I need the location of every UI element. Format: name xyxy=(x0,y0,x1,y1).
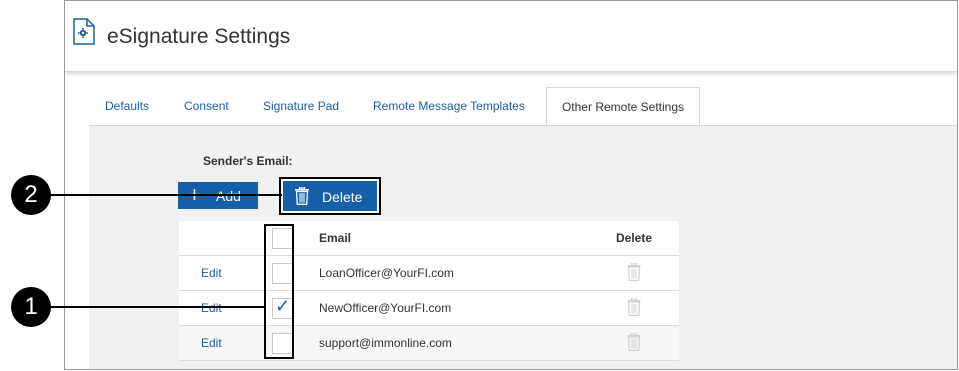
callout-2-leader-line xyxy=(51,194,282,196)
page-header: eSignature Settings xyxy=(65,1,957,72)
other-remote-settings-panel: Sender's Email: + Add Delete Email Delet… xyxy=(89,125,957,369)
trash-icon[interactable] xyxy=(627,297,641,319)
row-delete-cell xyxy=(589,255,679,291)
trash-icon[interactable] xyxy=(627,332,641,354)
settings-window: eSignature Settings Defaults Consent Sig… xyxy=(64,0,958,370)
edit-link[interactable]: Edit xyxy=(179,301,222,315)
page-title: eSignature Settings xyxy=(107,25,291,48)
sender-email-table: Email Delete Edit LoanOfficer@YourFI.com… xyxy=(179,221,679,361)
email-cell: support@immonline.com xyxy=(319,325,589,361)
select-all-cell xyxy=(264,221,319,256)
table-header-row: Email Delete xyxy=(179,221,679,256)
email-cell: LoanOfficer@YourFI.com xyxy=(319,255,589,291)
tab-other-remote-settings[interactable]: Other Remote Settings xyxy=(546,87,700,127)
edit-column-header xyxy=(179,221,264,256)
row-delete-cell xyxy=(589,325,679,361)
table-row: Edit support@immonline.com xyxy=(179,325,679,361)
table-row: Edit LoanOfficer@YourFI.com xyxy=(179,255,679,291)
edit-link[interactable]: Edit xyxy=(179,266,222,280)
tab-defaults[interactable]: Defaults xyxy=(105,87,149,125)
checkmark-icon: ✓ xyxy=(275,295,291,316)
trash-icon[interactable] xyxy=(627,262,641,284)
trash-icon xyxy=(294,186,310,208)
delete-column-header: Delete xyxy=(589,221,679,256)
tab-consent[interactable]: Consent xyxy=(184,87,229,125)
add-button-label: Add xyxy=(216,188,241,204)
tab-signature-pad[interactable]: Signature Pad xyxy=(263,87,339,125)
senders-email-label: Sender's Email: xyxy=(203,154,293,168)
select-all-checkbox[interactable] xyxy=(272,227,293,249)
email-cell: NewOfficer@YourFI.com xyxy=(319,290,589,326)
callout-1-leader-line xyxy=(51,306,265,308)
delete-button-label: Delete xyxy=(322,189,363,205)
settings-tabs: Defaults Consent Signature Pad Remote Me… xyxy=(65,87,957,127)
row-delete-cell xyxy=(589,290,679,326)
row-checkbox[interactable] xyxy=(272,262,293,284)
delete-button[interactable]: Delete xyxy=(279,177,381,215)
callout-2-badge: 2 xyxy=(11,175,51,215)
row-checkbox[interactable]: ✓ xyxy=(272,295,293,319)
edit-link[interactable]: Edit xyxy=(179,336,222,350)
email-column-header: Email xyxy=(319,221,589,256)
row-checkbox[interactable] xyxy=(272,332,293,354)
document-gear-icon xyxy=(73,18,95,45)
table-row: Edit ✓ NewOfficer@YourFI.com xyxy=(179,290,679,326)
callout-1-badge: 1 xyxy=(11,287,51,327)
tab-remote-message-templates[interactable]: Remote Message Templates xyxy=(373,87,525,125)
